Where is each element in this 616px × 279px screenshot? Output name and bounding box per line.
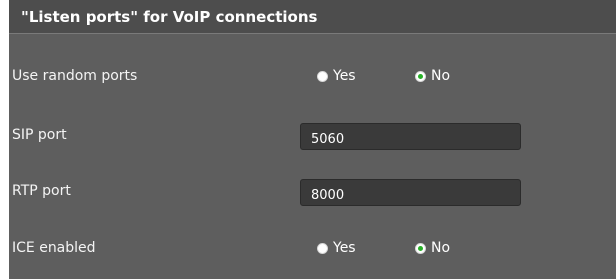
rtp-port-input[interactable] xyxy=(300,179,521,206)
radio-yes-label: Yes xyxy=(333,68,356,84)
use-random-ports-label: Use random ports xyxy=(12,68,138,84)
use-random-ports-no-radio[interactable]: No xyxy=(415,68,450,84)
radio-yes-label: Yes xyxy=(333,240,356,256)
radio-unchecked-icon xyxy=(317,242,328,254)
radio-no-label: No xyxy=(431,240,451,256)
rtp-port-label: RTP port xyxy=(12,183,71,199)
radio-checked-icon xyxy=(415,242,426,254)
radio-checked-icon xyxy=(415,70,426,82)
use-random-ports-yes-radio[interactable]: Yes xyxy=(317,68,356,84)
sip-port-input[interactable] xyxy=(300,123,521,150)
sip-port-label: SIP port xyxy=(12,127,67,143)
radio-unchecked-icon xyxy=(317,70,328,82)
section-title: "Listen ports" for VoIP connections xyxy=(21,8,318,26)
radio-no-label: No xyxy=(431,68,451,84)
section-header: "Listen ports" for VoIP connections xyxy=(9,0,616,34)
ice-enabled-yes-radio[interactable]: Yes xyxy=(317,240,356,256)
ice-enabled-no-radio[interactable]: No xyxy=(415,240,450,256)
ice-enabled-label: ICE enabled xyxy=(12,240,96,256)
